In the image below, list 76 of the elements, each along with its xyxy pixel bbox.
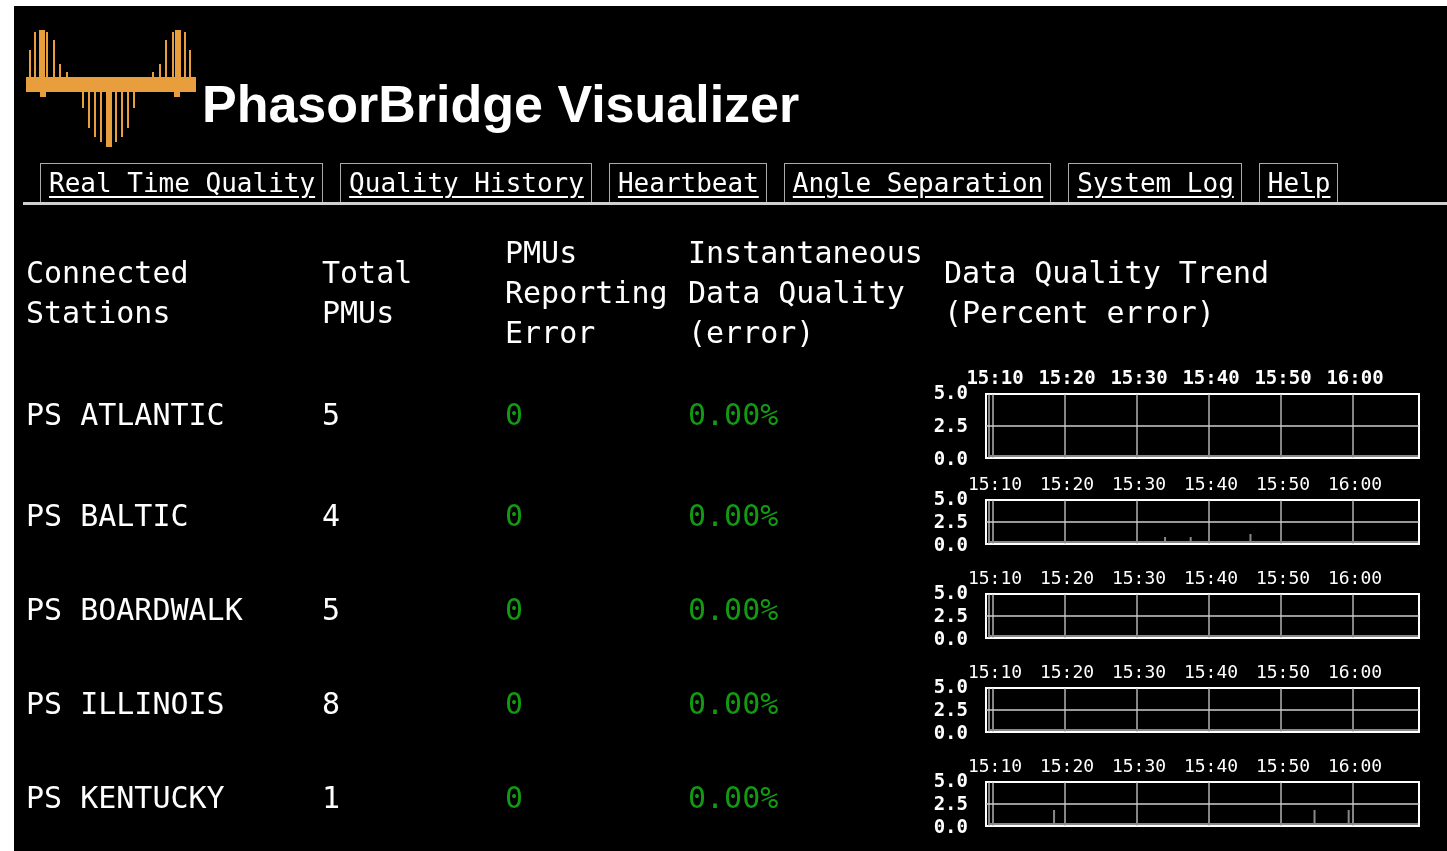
axis-tick-label: 2.5 [933,414,968,436]
time-tick-label: 15:10 [967,473,1023,494]
time-tick-label: 15:40 [1183,755,1239,776]
pmu-count: 4 [322,498,342,534]
time-tick-label: 16:00 [1327,755,1383,776]
error-count: 0 [505,498,525,534]
axis-tick-label: 5.0 [933,381,968,403]
axis-tick-label: 2.5 [933,792,968,814]
time-tick-label: 15:50 [1254,366,1312,388]
nav-tab[interactable]: Angle Separation [783,163,1052,202]
time-tick-label: 15:10 [967,567,1023,588]
time-tick-label: 15:10 [967,661,1023,682]
pmu-count: 5 [322,397,342,433]
column-header: Total PMUs [322,254,414,332]
axis-tick-label: 2.5 [933,698,968,720]
time-tick-label: 15:10 [967,755,1023,776]
time-tick-label: 15:20 [1038,366,1096,388]
time-tick-label: 15:20 [1039,755,1095,776]
axis-tick-label: 0.0 [933,447,968,469]
column-header: PMUs Reporting Error [505,234,669,352]
nav-tab[interactable]: System Log [1068,163,1242,202]
station-name: PS BALTIC [26,498,190,534]
nav-tab[interactable]: Real Time Quality [40,163,324,202]
time-tick-label: 15:30 [1111,567,1167,588]
axis-tick-label: 5.0 [933,487,968,509]
axis-tick-label: 0.0 [933,533,968,555]
station-name: PS ATLANTIC [26,397,226,433]
error-count: 0 [505,686,525,722]
pmu-count: 8 [322,686,342,722]
quality-value: 0.00% [688,397,780,433]
time-tick-label: 16:00 [1327,661,1383,682]
time-tick-label: 15:30 [1111,473,1167,494]
axis-tick-label: 5.0 [933,675,968,697]
station-name: PS ILLINOIS [26,686,226,722]
quality-value: 0.00% [688,780,780,816]
time-tick-label: 15:50 [1255,567,1311,588]
time-tick-label: 16:00 [1327,567,1383,588]
time-tick-label: 15:50 [1255,755,1311,776]
axis-tick-label: 2.5 [933,510,968,532]
time-tick-label: 15:10 [966,366,1024,388]
time-tick-label: 16:00 [1326,366,1384,388]
time-tick-label: 15:50 [1255,473,1311,494]
time-tick-label: 15:30 [1111,661,1167,682]
axis-tick-label: 0.0 [933,721,968,743]
time-tick-label: 15:40 [1182,366,1240,388]
time-tick-label: 16:00 [1327,473,1383,494]
pmu-count: 5 [322,592,342,628]
quality-value: 0.00% [688,592,780,628]
nav-tab[interactable]: Quality History [340,163,592,202]
time-tick-label: 15:40 [1183,567,1239,588]
nav-tab[interactable]: Heartbeat [608,163,767,202]
time-tick-label: 15:30 [1111,755,1167,776]
time-tick-label: 15:20 [1039,473,1095,494]
time-tick-label: 15:20 [1039,661,1095,682]
time-tick-label: 15:50 [1255,661,1311,682]
error-count: 0 [505,592,525,628]
time-tick-label: 15:20 [1039,567,1095,588]
axis-tick-label: 2.5 [933,604,968,626]
time-tick-label: 15:40 [1183,473,1239,494]
time-tick-label: 15:30 [1110,366,1168,388]
error-count: 0 [505,780,525,816]
quality-value: 0.00% [688,686,780,722]
error-count: 0 [505,397,525,433]
axis-tick-label: 0.0 [933,627,968,649]
pmu-count: 1 [322,780,342,816]
column-header: Data Quality Trend (Percent error) [943,254,1271,332]
axis-tick-label: 0.0 [933,815,968,837]
station-name: PS BOARDWALK [26,592,244,628]
axis-tick-label: 5.0 [933,581,968,603]
nav-tab[interactable]: Help [1258,163,1339,202]
time-tick-label: 15:40 [1183,661,1239,682]
quality-value: 0.00% [688,498,780,534]
column-header: Connected Stations [26,254,190,332]
axis-tick-label: 5.0 [933,769,968,791]
station-name: PS KENTUCKY [26,780,226,816]
column-header: Instantaneous Data Quality (error) [688,234,924,352]
